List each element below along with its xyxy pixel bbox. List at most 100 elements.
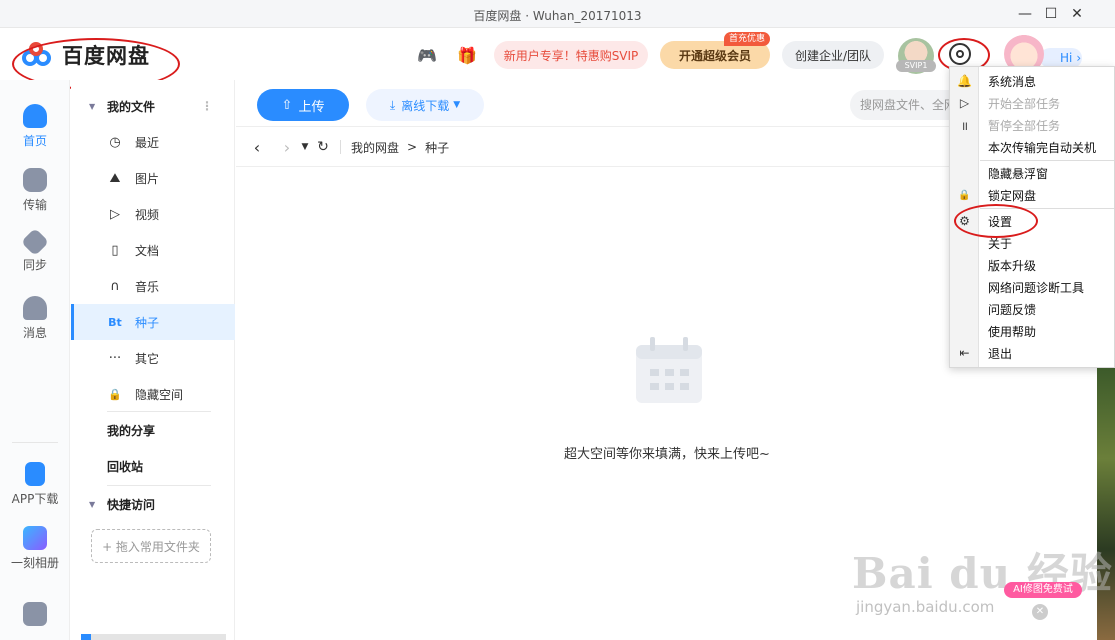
refresh-icon[interactable]: ↻: [312, 139, 334, 155]
tree-item-label: 隐藏空间: [135, 387, 184, 402]
cloud-logo-icon: [22, 42, 56, 68]
nav-album[interactable]: 一刻相册: [0, 526, 70, 571]
menu-item-label: 关于: [988, 236, 1013, 251]
nav-sync[interactable]: 同步: [0, 227, 70, 273]
breadcrumb-root[interactable]: 我的网盘: [351, 139, 399, 156]
tree-item-images[interactable]: ⛰ 图片: [71, 160, 235, 196]
close-icon[interactable]: ✕: [1032, 604, 1048, 620]
play-icon: ▷: [110, 206, 120, 222]
menu-item-feedback[interactable]: 问题反馈: [950, 298, 1115, 320]
tree-item-other[interactable]: ··· 其它: [71, 340, 235, 376]
vip-level-badge: SVIP1: [896, 60, 936, 72]
menu-separator: [980, 160, 1114, 161]
menu-item-pause-all[interactable]: ॥ 暂停全部任务: [950, 114, 1115, 136]
tree-item-label: 视频: [135, 207, 160, 222]
tree-scrollbar[interactable]: [81, 634, 226, 640]
promo-new-user-button[interactable]: 新用户专享！特惠购SVIP: [494, 41, 648, 69]
menu-item-label: 系统消息: [988, 74, 1037, 89]
hi-label: Hi: [1060, 51, 1073, 65]
tree-item-video[interactable]: ▷ 视频: [71, 196, 235, 232]
watermark-url: jingyan.baidu.com: [856, 598, 995, 616]
menu-item-label: 网络问题诊断工具: [988, 280, 1085, 295]
history-dropdown-icon[interactable]: ▼: [298, 142, 312, 152]
menu-item-network-diagnose[interactable]: 网络问题诊断工具: [950, 276, 1115, 298]
nav-separator: [12, 442, 58, 443]
nav-app-download[interactable]: APP下载: [0, 462, 70, 507]
offline-download-button[interactable]: ⤓ 离线下载 ▼: [366, 89, 484, 121]
lock-icon: 🔒: [958, 189, 971, 201]
window-title: 百度网盘 · Wuhan_20171013: [473, 9, 642, 23]
menu-item-label: 开始全部任务: [988, 96, 1061, 111]
enterprise-button[interactable]: 创建企业/团队: [782, 41, 884, 69]
title-bar: 百度网盘 · Wuhan_20171013 — ☐ ✕: [0, 0, 1115, 28]
nav-more-apps[interactable]: [0, 602, 70, 630]
download-icon: ⤓: [389, 97, 396, 112]
tree-item-label: 其它: [135, 351, 160, 366]
tree-item-torrents[interactable]: Bt 种子: [71, 304, 235, 340]
tree-item-label: 音乐: [135, 279, 160, 294]
ai-retouch-badge[interactable]: AI修图免费试: [1004, 582, 1082, 598]
nav-transfer[interactable]: 传输: [0, 168, 70, 213]
drop-folder-zone[interactable]: + 拖入常用文件夹: [91, 529, 211, 563]
menu-item-label: 版本升级: [988, 258, 1037, 273]
menu-item-label: 使用帮助: [988, 324, 1037, 339]
more-vertical-icon[interactable]: ⋮: [201, 99, 213, 113]
hi-greeting[interactable]: Hi ›: [1040, 48, 1082, 68]
play-icon: ▷: [959, 96, 970, 110]
tree-my-share[interactable]: 我的分享: [71, 412, 235, 448]
settings-gear-icon[interactable]: [949, 43, 971, 65]
tree-recycle[interactable]: 回收站: [71, 448, 235, 484]
nav-app-download-label: APP下载: [11, 492, 59, 506]
people-icon: [23, 296, 47, 320]
close-button[interactable]: ✕: [1066, 4, 1088, 24]
back-icon[interactable]: ‹: [246, 138, 268, 157]
maximize-button[interactable]: ☐: [1040, 4, 1062, 24]
clock-icon: ◷: [109, 134, 121, 150]
gift-icon[interactable]: 🎁: [456, 44, 478, 66]
bt-icon: Bt: [108, 315, 122, 329]
header: 百度网盘 🎮 🎁 新用户专享！特惠购SVIP 开通超级会员 首充优惠 创建企业/…: [0, 28, 1115, 80]
nav-album-label: 一刻相册: [10, 556, 59, 570]
menu-item-upgrade[interactable]: 版本升级: [950, 254, 1115, 276]
left-icon-nav: 首页 传输 同步 消息 APP下载 一刻相册: [0, 80, 70, 640]
minimize-button[interactable]: —: [1014, 4, 1036, 24]
forward-icon[interactable]: ›: [276, 138, 298, 157]
tree-item-docs[interactable]: ▯ 文档: [71, 232, 235, 268]
menu-item-help[interactable]: 使用帮助: [950, 320, 1115, 342]
tree-item-music[interactable]: ∩ 音乐: [71, 268, 235, 304]
image-icon: ⛰: [109, 170, 121, 186]
exit-icon: ⇤: [959, 346, 970, 360]
divider: [340, 140, 341, 154]
nav-home[interactable]: 首页: [0, 104, 70, 149]
svip-badge: 首充优惠: [724, 32, 771, 46]
upload-button[interactable]: ⇧ 上传: [257, 89, 349, 121]
tree-my-files[interactable]: ▼ 我的文件 ⋮: [71, 88, 235, 124]
empty-calendar-icon: [636, 337, 702, 403]
menu-item-about[interactable]: 关于: [950, 232, 1115, 254]
nav-messages[interactable]: 消息: [0, 296, 70, 341]
logo-text: 百度网盘: [62, 44, 150, 68]
caret-down-icon: ▼: [89, 101, 96, 111]
game-icon[interactable]: 🎮: [416, 44, 438, 66]
pause-icon: ॥: [960, 118, 969, 133]
nav-home-label: 首页: [22, 134, 47, 148]
tree-item-label: 图片: [135, 171, 160, 186]
nav-sync-label: 同步: [22, 258, 47, 272]
breadcrumb-current: 种子: [425, 140, 450, 155]
album-icon: [23, 526, 47, 550]
menu-item-hide-float[interactable]: 隐藏悬浮窗: [950, 162, 1115, 184]
tree-item-recent[interactable]: ◷ 最近: [71, 124, 235, 160]
menu-item-lock[interactable]: 🔒 锁定网盘: [950, 184, 1115, 206]
headphones-icon: ∩: [110, 278, 120, 294]
search-input[interactable]: 搜网盘文件、全网: [850, 90, 960, 120]
tree-my-files-label: 我的文件: [107, 99, 156, 114]
tree-quick-access[interactable]: ▼ 快捷访问: [71, 486, 235, 522]
menu-item-start-all[interactable]: ▷ 开始全部任务: [950, 92, 1115, 114]
menu-item-settings[interactable]: ⚙ 设置: [950, 210, 1115, 232]
menu-item-label: 隐藏悬浮窗: [988, 166, 1049, 181]
logo[interactable]: 百度网盘: [22, 40, 150, 70]
menu-item-exit[interactable]: ⇤ 退出: [950, 342, 1115, 364]
tree-item-hidden-space[interactable]: 🔒 隐藏空间: [71, 376, 235, 412]
menu-item-auto-shutdown[interactable]: 本次传输完自动关机: [950, 136, 1115, 158]
menu-item-system-messages[interactable]: 🔔 系统消息: [950, 70, 1115, 92]
